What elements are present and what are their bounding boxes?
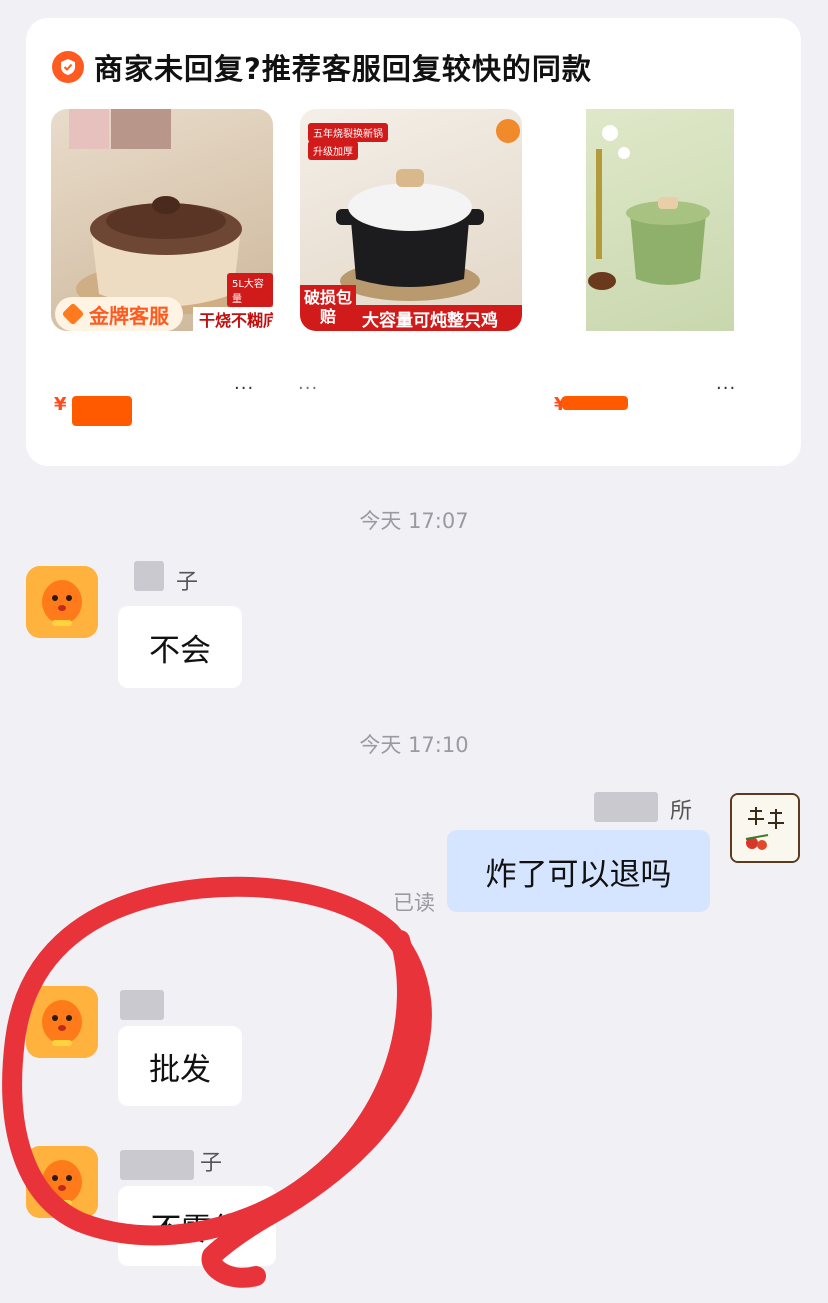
annotation-circle [2, 876, 432, 1288]
